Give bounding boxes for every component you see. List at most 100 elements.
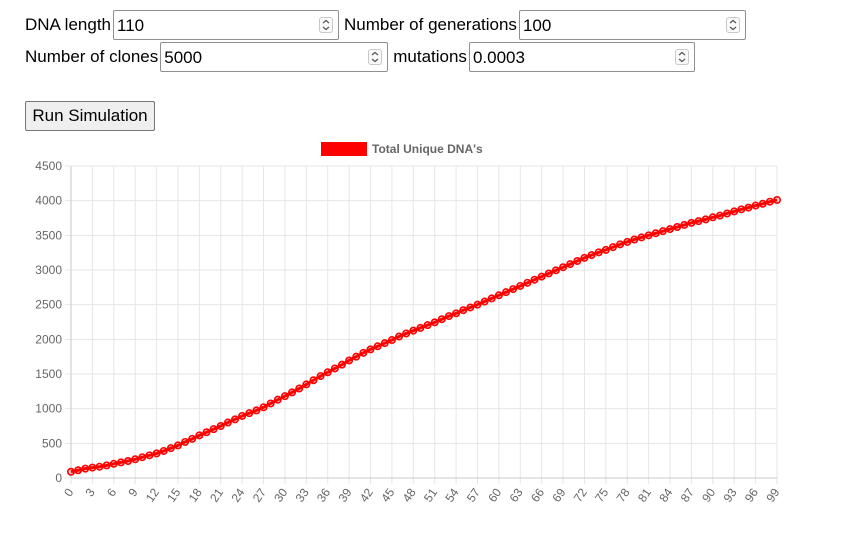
- data-point: [124, 457, 133, 466]
- data-point: [758, 199, 767, 208]
- data-point: [173, 441, 182, 450]
- data-point: [395, 332, 404, 341]
- generations-spinner-icon[interactable]: [725, 17, 740, 33]
- data-point: [580, 253, 589, 262]
- legend-label: Total Unique DNA's: [372, 142, 483, 156]
- x-tick-label: 72: [571, 485, 590, 504]
- data-point: [145, 451, 154, 460]
- clones-spinner-icon[interactable]: [368, 49, 383, 65]
- x-tick-label: 81: [635, 485, 654, 504]
- data-point: [366, 345, 375, 354]
- data-point: [188, 434, 197, 443]
- data-point: [494, 291, 503, 300]
- data-point: [302, 380, 311, 389]
- data-point: [658, 227, 667, 236]
- data-point: [630, 235, 639, 244]
- data-point: [680, 220, 689, 229]
- x-tick-label: 66: [528, 485, 547, 504]
- y-tick-label: 1000: [35, 402, 62, 416]
- data-point: [487, 294, 496, 303]
- x-tick-label: 93: [721, 485, 740, 504]
- run-simulation-button[interactable]: Run Simulation: [25, 101, 155, 131]
- x-tick-label: 99: [763, 485, 782, 504]
- mutations-spinner-icon[interactable]: [674, 49, 689, 65]
- data-point: [266, 399, 275, 408]
- data-point: [466, 303, 475, 312]
- x-tick-label: 45: [378, 485, 397, 504]
- data-point: [544, 269, 553, 278]
- data-point: [316, 372, 325, 381]
- mutations-input[interactable]: 0.0003: [468, 42, 695, 72]
- data-point: [687, 218, 696, 227]
- x-tick-label: 15: [164, 485, 183, 504]
- x-tick-label: 90: [699, 485, 718, 504]
- data-point: [573, 256, 582, 265]
- x-tick-label: 27: [250, 485, 269, 504]
- data-point: [594, 248, 603, 257]
- data-point: [444, 312, 453, 321]
- dna-length-input[interactable]: 110: [113, 10, 339, 40]
- data-point: [723, 209, 732, 218]
- data-point: [459, 306, 468, 315]
- data-point: [273, 395, 282, 404]
- controls-row-2: Number of clones 5000 mutations 0.0003: [25, 42, 700, 72]
- x-tick-label: 78: [614, 485, 633, 504]
- data-point: [216, 421, 225, 430]
- x-tick-label: 9: [125, 485, 140, 499]
- data-point: [231, 415, 240, 424]
- clones-input[interactable]: 5000: [160, 42, 389, 72]
- data-point: [587, 251, 596, 260]
- data-point: [95, 462, 104, 471]
- legend-swatch: [321, 142, 367, 156]
- data-point: [637, 233, 646, 242]
- data-point: [209, 425, 218, 434]
- y-tick-label: 500: [42, 436, 62, 450]
- data-point: [644, 231, 653, 240]
- controls-row-1: DNA length 110 Number of generations 100: [25, 10, 751, 40]
- data-point: [309, 376, 318, 385]
- data-point: [238, 411, 247, 420]
- data-point: [352, 352, 361, 361]
- y-tick-label: 4500: [35, 159, 62, 173]
- dna-length-label: DNA length: [25, 15, 111, 34]
- x-tick-label: 63: [507, 485, 526, 504]
- data-point: [694, 217, 703, 226]
- data-point: [516, 281, 525, 290]
- data-point: [537, 272, 546, 281]
- data-point: [708, 213, 717, 222]
- data-point: [330, 364, 339, 373]
- data-point: [181, 437, 190, 446]
- data-point: [730, 207, 739, 216]
- x-tick-label: 3: [83, 485, 98, 499]
- x-tick-label: 42: [357, 485, 376, 504]
- x-tick-label: 84: [656, 485, 675, 504]
- data-point: [559, 263, 568, 272]
- x-tick-label: 24: [228, 485, 247, 504]
- data-point: [651, 229, 660, 238]
- data-point: [373, 342, 382, 351]
- data-point: [701, 215, 710, 224]
- dna-length-spinner-icon[interactable]: [319, 17, 333, 33]
- data-point: [601, 245, 610, 254]
- data-point: [152, 449, 161, 458]
- y-tick-label: 0: [55, 471, 62, 485]
- mutations-label: mutations: [393, 47, 467, 66]
- data-point: [416, 323, 425, 332]
- data-point: [323, 368, 332, 377]
- data-point: [223, 418, 232, 427]
- data-point: [523, 278, 532, 287]
- data-point: [337, 360, 346, 369]
- data-point: [345, 356, 354, 365]
- unique-dna-chart: 0500100015002000250030003500400045000 3 6 9…: [35, 142, 783, 505]
- chart-legend: Total Unique DNA's: [321, 142, 483, 156]
- data-point: [245, 409, 254, 418]
- dna-length-value: 110: [117, 16, 145, 35]
- data-point: [252, 406, 261, 415]
- generations-input[interactable]: 100: [518, 10, 746, 40]
- x-tick-label: 48: [400, 485, 419, 504]
- data-point: [280, 392, 289, 401]
- data-point: [765, 197, 774, 206]
- data-point: [67, 467, 76, 476]
- data-point: [195, 431, 204, 440]
- data-point: [202, 428, 211, 437]
